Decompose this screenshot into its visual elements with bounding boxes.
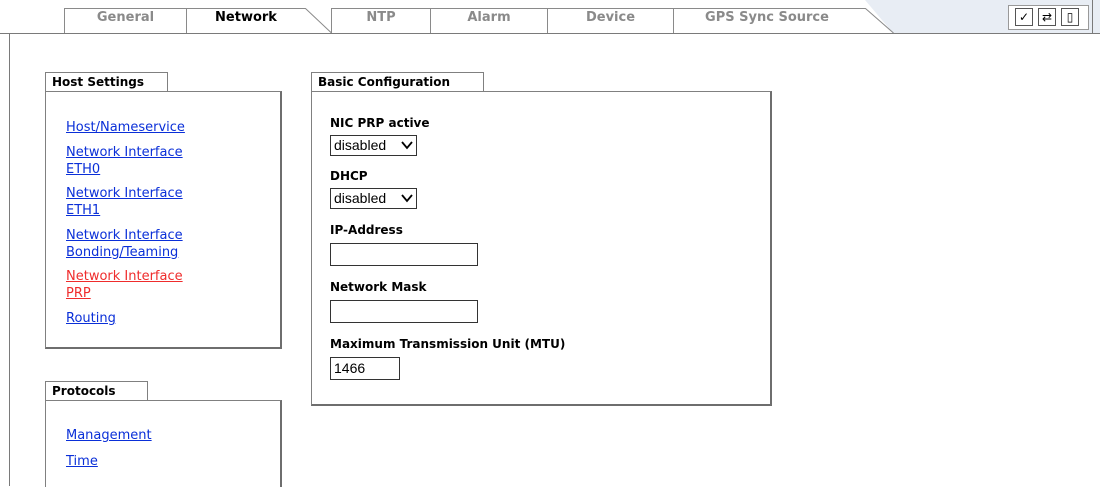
content-area: Host Settings Host/Nameservice Network I… [9,33,1100,487]
nic-prp-active-value: disabled [334,137,387,153]
tab-alarm[interactable]: Alarm [431,10,547,28]
link-prp-line1: Network Interface [66,269,183,284]
protocols-title: Protocols [45,381,148,401]
reload-icon[interactable]: ⇄ [1038,8,1056,26]
link-bonding-line2: Bonding/Teaming [66,245,179,260]
nic-prp-active-label: NIC PRP active [330,116,430,130]
protocols-panel: Management Time [45,400,282,487]
link-eth0-line1: Network Interface [66,145,183,160]
network-mask-label: Network Mask [330,280,427,294]
host-settings-title: Host Settings [45,72,168,92]
link-host-nameservice[interactable]: Host/Nameservice [66,119,185,136]
link-network-interface-eth1[interactable]: Network Interface ETH1 [66,185,183,219]
nic-prp-active-select[interactable]: disabled [330,135,417,156]
link-network-interface-bonding[interactable]: Network Interface Bonding/Teaming [66,227,183,261]
dhcp-select[interactable]: disabled [330,188,417,209]
mtu-label: Maximum Transmission Unit (MTU) [330,337,566,351]
dhcp-value: disabled [334,190,387,206]
link-eth1-line1: Network Interface [66,186,183,201]
network-mask-input[interactable] [330,300,478,323]
tab-gps-sync-source[interactable]: GPS Sync Source [674,10,860,28]
chevron-down-icon [401,141,413,150]
host-settings-panel: Host/Nameservice Network Interface ETH0 … [45,91,282,349]
ip-address-input[interactable] [330,243,478,266]
chevron-down-icon [401,194,413,203]
link-prp-line2: PRP [66,286,91,301]
checkmark-icon[interactable]: ✓ [1015,8,1033,26]
save-icon[interactable]: ▯ [1061,8,1079,26]
ip-address-label: IP-Address [330,223,403,237]
basic-configuration-title: Basic Configuration [311,72,484,92]
basic-configuration-panel: NIC PRP active disabled DHCP disabled IP… [311,91,772,406]
tab-bar: General Network NTP Alarm Device GPS Syn… [0,0,1100,34]
link-eth0-line2: ETH0 [66,162,101,177]
mtu-input[interactable]: 1466 [330,357,400,380]
tab-ntp[interactable]: NTP [332,10,430,28]
link-management[interactable]: Management [66,427,152,444]
tab-device[interactable]: Device [548,10,673,28]
link-network-interface-prp[interactable]: Network Interface PRP [66,268,183,302]
tab-network[interactable]: Network [187,10,305,28]
link-bonding-line1: Network Interface [66,228,183,243]
dhcp-label: DHCP [330,169,368,183]
link-routing[interactable]: Routing [66,310,116,327]
link-network-interface-eth0[interactable]: Network Interface ETH0 [66,144,183,178]
link-eth1-line2: ETH1 [66,203,101,218]
tab-general[interactable]: General [65,10,186,28]
link-time[interactable]: Time [66,453,98,470]
